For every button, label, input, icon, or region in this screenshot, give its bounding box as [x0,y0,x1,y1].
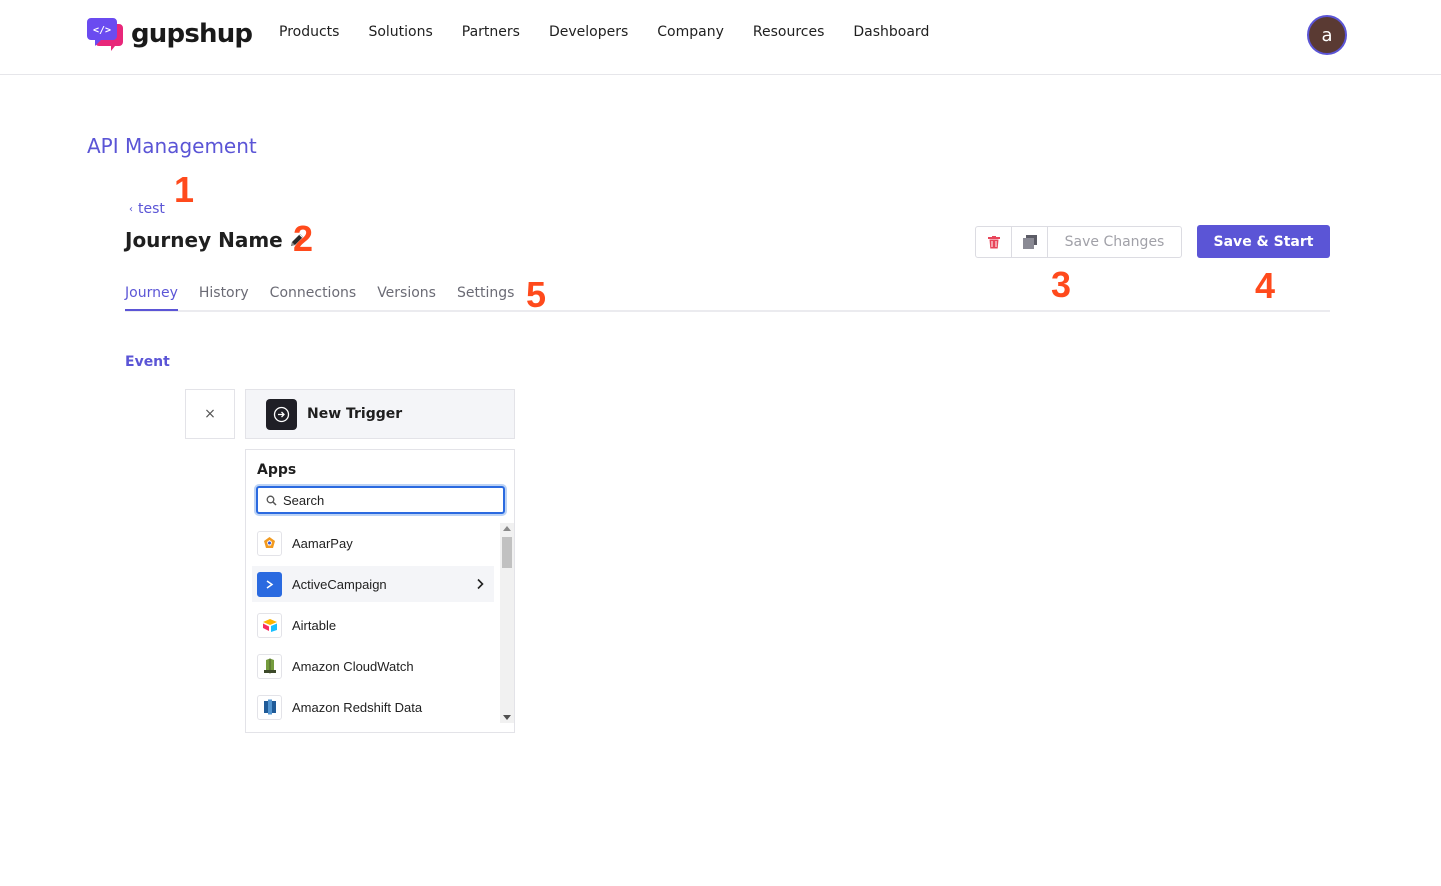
journey-tabs: Journey History Connections Versions Set… [125,285,514,311]
nav-company[interactable]: Company [657,24,724,40]
tab-connections[interactable]: Connections [270,285,357,311]
nav-developers[interactable]: Developers [549,24,628,40]
app-label: Airtable [292,617,337,633]
save-changes-button[interactable]: Save Changes [1048,227,1181,257]
app-item-airtable[interactable]: Airtable [252,607,494,643]
annotation-2: 2 [293,218,314,259]
search-icon [266,495,277,506]
new-trigger-card[interactable]: New Trigger [245,389,515,439]
back-link-label: test [138,201,165,217]
apps-title: Apps [257,462,297,478]
app-label: AamarPay [292,535,353,551]
aamarpay-icon [257,530,282,556]
close-icon: × [204,406,216,422]
annotation-3: 3 [1051,264,1072,305]
tab-history[interactable]: History [199,285,249,311]
gupshup-logo-icon: </> [87,18,123,51]
app-label: ActiveCampaign [292,576,387,592]
trash-icon [987,235,1000,248]
brand-name: gupshup [131,19,253,49]
delete-button[interactable] [976,227,1012,257]
redshift-icon [257,694,282,720]
event-section-label: Event [125,354,170,370]
app-item-amazon-cloudwatch[interactable]: Amazon CloudWatch [252,648,494,684]
main-nav: Products Solutions Partners Developers C… [279,24,929,40]
top-navigation-bar: </> gupshup Products Solutions Partners … [0,0,1441,75]
back-link[interactable]: ‹ test [129,201,165,217]
trigger-arrow-icon [266,398,297,430]
annotation-5: 5 [526,274,547,315]
tab-settings[interactable]: Settings [457,285,514,311]
app-item-activecampaign[interactable]: ActiveCampaign [252,566,494,602]
journey-actions-group: Save Changes [975,226,1182,258]
annotation-4: 4 [1255,265,1276,306]
cloudwatch-icon [257,653,282,679]
gupshup-logo[interactable]: </> gupshup [87,16,253,52]
journey-name-text: Journey Name [125,228,283,252]
copy-icon [1022,235,1037,249]
app-item-aamarpay[interactable]: AamarPay [252,525,494,561]
user-avatar[interactable]: a [1307,15,1347,55]
journey-name-heading: Journey Name [125,228,305,252]
chevron-right-icon [477,578,484,590]
nav-products[interactable]: Products [279,24,339,40]
chevron-left-icon: ‹ [129,203,133,215]
app-label: Amazon CloudWatch [292,658,414,674]
svg-text:</>: </> [93,25,111,36]
nav-partners[interactable]: Partners [462,24,520,40]
airtable-icon [257,612,282,638]
app-list-scrollbar[interactable] [500,523,514,723]
nav-dashboard[interactable]: Dashboard [853,24,929,40]
nav-resources[interactable]: Resources [753,24,825,40]
tab-journey[interactable]: Journey [125,285,178,311]
app-search-input[interactable] [283,492,483,508]
scroll-down-arrow-icon[interactable] [503,715,511,720]
annotation-1: 1 [174,169,195,210]
new-trigger-label: New Trigger [307,406,403,422]
activecampaign-icon [257,571,282,597]
remove-trigger-button[interactable]: × [185,389,235,439]
app-list: AamarPay ActiveCampaign Airtable Amazon … [246,523,500,723]
app-item-amazon-redshift-data[interactable]: Amazon Redshift Data [252,689,494,723]
app-label: Amazon Redshift Data [292,699,423,715]
tab-versions[interactable]: Versions [377,285,436,311]
save-and-start-button[interactable]: Save & Start [1197,225,1330,258]
duplicate-button[interactable] [1012,227,1048,257]
scroll-up-arrow-icon[interactable] [503,526,511,531]
scrollbar-thumb[interactable] [502,537,512,568]
apps-panel: Apps AamarPay ActiveCampa [245,449,515,733]
app-search-box[interactable] [256,486,505,514]
page-title: API Management [87,134,257,158]
nav-solutions[interactable]: Solutions [368,24,432,40]
